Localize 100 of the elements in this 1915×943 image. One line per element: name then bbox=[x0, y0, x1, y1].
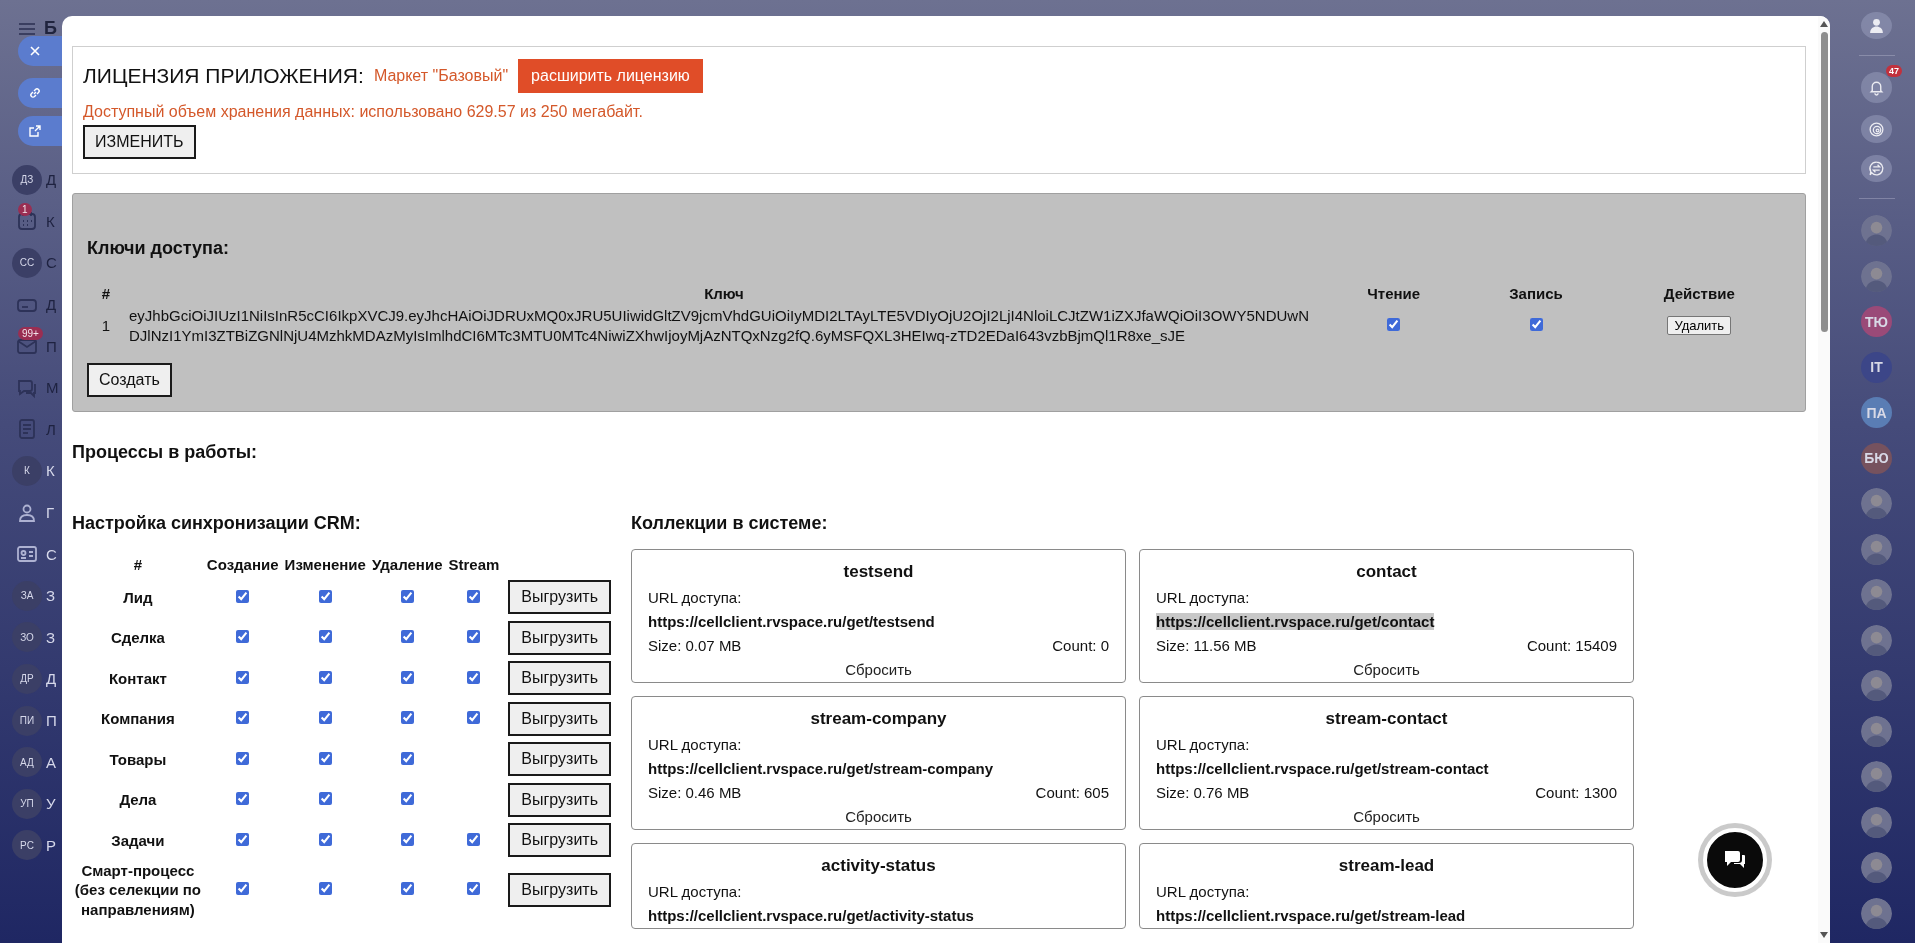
profile-button[interactable] bbox=[1861, 12, 1892, 40]
url-label: URL доступа: bbox=[648, 589, 743, 606]
sync-checkbox[interactable] bbox=[400, 832, 414, 846]
sync-checkbox[interactable] bbox=[467, 711, 481, 725]
sync-checkbox[interactable] bbox=[236, 711, 250, 725]
scroll-down-icon[interactable] bbox=[1819, 931, 1829, 939]
size-text: Size: 0.07 MB bbox=[648, 637, 742, 654]
sync-checkbox[interactable] bbox=[318, 630, 332, 644]
access-url[interactable]: https://cellclient.rvspace.ru/get/stream-lead bbox=[1156, 907, 1466, 924]
sync-checkbox[interactable] bbox=[467, 832, 481, 846]
change-button[interactable]: ИЗМЕНИТЬ bbox=[83, 125, 196, 159]
sync-checkbox[interactable] bbox=[400, 751, 414, 765]
nav-item[interactable]: У bbox=[46, 795, 56, 813]
upgrade-license-button[interactable]: расширить лицензию bbox=[518, 59, 703, 93]
export-button[interactable]: Выгрузить bbox=[508, 661, 611, 696]
sync-checkbox[interactable] bbox=[318, 832, 332, 846]
link-button[interactable] bbox=[18, 78, 62, 108]
sync-checkbox[interactable] bbox=[467, 630, 481, 644]
nav-item[interactable]: Р bbox=[46, 836, 56, 854]
nav-avatar[interactable]: ЗО bbox=[12, 622, 42, 653]
nav-avatar[interactable]: К bbox=[12, 455, 42, 486]
export-button[interactable]: Выгрузить bbox=[508, 620, 611, 655]
sync-checkbox[interactable] bbox=[400, 792, 414, 806]
delete-button[interactable]: Удалить bbox=[1667, 316, 1732, 335]
access-url[interactable]: https://cellclient.rvspace.ru/get/testsend bbox=[648, 613, 935, 630]
reset-link[interactable]: Сбросить bbox=[845, 661, 912, 678]
nav-avatar[interactable]: ДР bbox=[12, 663, 42, 694]
export-button[interactable]: Выгрузить bbox=[508, 742, 611, 777]
open-external-button[interactable] bbox=[18, 116, 62, 146]
nav-avatar[interactable]: РС bbox=[12, 830, 42, 861]
nav-avatar[interactable]: ЗА bbox=[12, 580, 42, 611]
table-cell-text: 1 bbox=[100, 316, 112, 336]
sync-checkbox[interactable] bbox=[400, 711, 414, 725]
nav-item[interactable]: Г bbox=[46, 504, 55, 522]
nav-item[interactable]: З bbox=[46, 628, 56, 646]
scroll-up-icon[interactable] bbox=[1819, 20, 1829, 28]
access-url[interactable]: https://cellclient.rvspace.ru/get/stream-contact bbox=[1156, 760, 1489, 777]
column-header: Stream bbox=[447, 556, 501, 575]
nav-avatar[interactable]: АД bbox=[12, 747, 42, 778]
access-url[interactable]: https://cellclient.rvspace.ru/get/stream-company bbox=[648, 760, 994, 777]
export-button[interactable]: Выгрузить bbox=[508, 580, 611, 615]
notifications-button[interactable] bbox=[1861, 72, 1892, 104]
nav-avatar[interactable]: УП bbox=[12, 788, 42, 819]
sidebar-button[interactable] bbox=[1861, 115, 1892, 143]
create-button[interactable]: Создать bbox=[87, 363, 172, 397]
sync-checkbox[interactable] bbox=[467, 670, 481, 684]
access-url[interactable]: https://cellclient.rvspace.ru/get/activity-status bbox=[648, 907, 974, 924]
sync-checkbox[interactable] bbox=[467, 589, 481, 603]
sync-checkbox[interactable] bbox=[400, 630, 414, 644]
app-title: Б bbox=[44, 17, 57, 40]
close-button[interactable] bbox=[18, 36, 62, 66]
entity-name: Сделка bbox=[109, 628, 166, 648]
sync-checkbox[interactable] bbox=[467, 882, 481, 896]
reset-link[interactable]: Сбросить bbox=[1353, 661, 1420, 678]
sync-checkbox[interactable] bbox=[318, 882, 332, 896]
export-button[interactable]: Выгрузить bbox=[508, 872, 611, 907]
sync-checkbox[interactable] bbox=[318, 670, 332, 684]
sync-checkbox[interactable] bbox=[236, 882, 250, 896]
column-header: Создание bbox=[205, 556, 280, 575]
nav-item[interactable]: А bbox=[46, 753, 56, 771]
reset-link[interactable]: Сбросить bbox=[845, 808, 912, 825]
nav-avatar[interactable]: ПИ bbox=[12, 705, 42, 736]
nav-item[interactable]: К bbox=[46, 462, 55, 480]
section-title: Ключи доступа: bbox=[87, 238, 230, 259]
collection-name: stream-lead bbox=[1337, 856, 1436, 876]
sidebar-button[interactable] bbox=[1861, 154, 1892, 183]
scrollbar[interactable] bbox=[1818, 16, 1830, 943]
sync-checkbox[interactable] bbox=[236, 670, 250, 684]
sync-checkbox[interactable] bbox=[236, 832, 250, 846]
write-checkbox[interactable] bbox=[1529, 318, 1543, 331]
nav-item[interactable]: З bbox=[46, 587, 56, 605]
sync-checkbox[interactable] bbox=[236, 751, 250, 765]
sync-checkbox[interactable] bbox=[400, 589, 414, 603]
sync-checkbox[interactable] bbox=[236, 792, 250, 806]
nav-avatar[interactable]: СС bbox=[12, 248, 42, 278]
export-button[interactable]: Выгрузить bbox=[508, 823, 611, 858]
scrollbar-thumb[interactable] bbox=[1820, 32, 1828, 332]
nav-item[interactable]: П bbox=[46, 712, 57, 729]
contact-avatar[interactable]: БЮ bbox=[1861, 442, 1892, 474]
sync-checkbox[interactable] bbox=[400, 882, 414, 896]
nav-item[interactable]: С bbox=[46, 545, 57, 563]
export-button[interactable]: Выгрузить bbox=[508, 782, 611, 817]
sync-checkbox[interactable] bbox=[318, 792, 332, 806]
access-url[interactable]: https://cellclient.rvspace.ru/get/contact bbox=[1156, 613, 1435, 630]
sync-checkbox[interactable] bbox=[236, 630, 250, 644]
export-button[interactable]: Выгрузить bbox=[508, 701, 611, 736]
contact-avatar[interactable]: ТЮ bbox=[1861, 306, 1892, 337]
sync-checkbox[interactable] bbox=[236, 589, 250, 603]
sync-checkbox[interactable] bbox=[318, 751, 332, 765]
read-checkbox[interactable] bbox=[1387, 318, 1401, 331]
entity-name: Компания bbox=[100, 709, 176, 729]
sync-checkbox[interactable] bbox=[318, 711, 332, 725]
nav-item[interactable]: Д bbox=[46, 670, 57, 688]
plan-name: Маркет "Базовый" bbox=[373, 67, 509, 85]
reset-link[interactable]: Сбросить bbox=[1353, 808, 1420, 825]
sync-checkbox[interactable] bbox=[318, 589, 332, 603]
sync-checkbox[interactable] bbox=[400, 670, 414, 684]
size-text: Size: 0.46 MB bbox=[648, 784, 742, 801]
contact-avatar[interactable]: IT bbox=[1861, 351, 1892, 383]
nav-avatar[interactable]: ДЗ bbox=[12, 164, 42, 195]
